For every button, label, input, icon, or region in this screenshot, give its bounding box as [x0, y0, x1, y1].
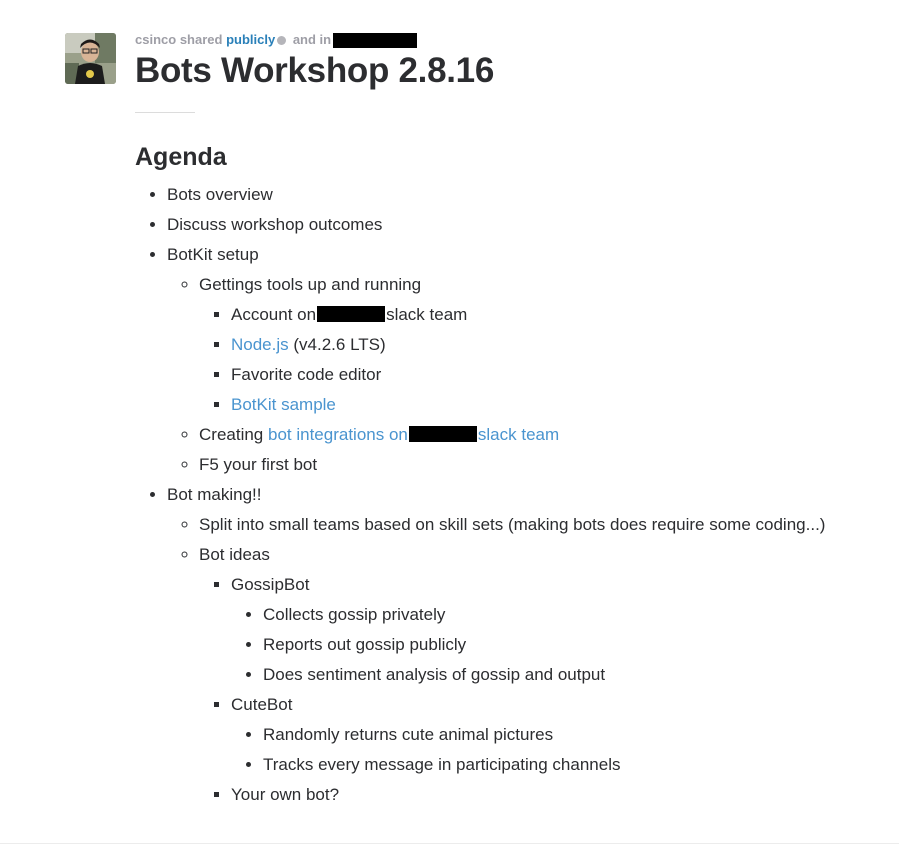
setup-sublist: Gettings tools up and running Account on… [167, 270, 855, 480]
item-text: Bot ideas [199, 545, 270, 564]
item-text: Reports out gossip publicly [263, 635, 467, 654]
list-item: GossipBot Collects gossip privately Repo… [231, 570, 855, 690]
item-text: Bot making!! [167, 485, 262, 504]
list-item: Bots overview [167, 180, 855, 210]
item-text: Favorite code editor [231, 365, 382, 384]
list-item: Discuss workshop outcomes [167, 210, 855, 240]
avatar[interactable] [65, 33, 116, 84]
item-text: (v4.2.6 LTS) [293, 335, 386, 354]
link-text: slack team [477, 425, 560, 444]
author-name[interactable]: csinco [135, 32, 176, 47]
bottom-divider [0, 843, 899, 844]
post-title: Bots Workshop 2.8.16 [135, 51, 495, 90]
item-text: Tracks every message in participating ch… [263, 755, 621, 774]
item-text: Bots overview [167, 185, 273, 204]
making-sublist: Split into small teams based on skill se… [167, 510, 855, 810]
list-item: Bot making!! Split into small teams base… [167, 480, 855, 810]
list-item: CuteBot Randomly returns cute animal pic… [231, 690, 855, 780]
list-item: Tracks every message in participating ch… [263, 750, 855, 780]
item-text: Gettings tools up and running [199, 275, 422, 294]
post-page: csinco shared publicly and in Bots Works… [0, 0, 899, 845]
post-body: Bots overview Discuss workshop outcomes … [135, 180, 855, 810]
list-item: Randomly returns cute animal pictures [263, 720, 855, 750]
redacted-team [317, 306, 386, 323]
post-meta: csinco shared publicly and in [135, 31, 418, 49]
link-text: bot integrations on [268, 425, 408, 444]
list-item: Favorite code editor [231, 360, 855, 390]
globe-icon [277, 35, 287, 45]
tools-sublist: Account on slack team Node.js (v4.2.6 LTS… [199, 300, 855, 420]
bot-integrations-link[interactable]: bot integrations on slack team [268, 425, 559, 444]
item-text: Your own bot? [231, 785, 340, 804]
agenda-list: Bots overview Discuss workshop outcomes … [135, 180, 855, 810]
list-item: Your own bot? [231, 780, 855, 810]
redacted-channel [333, 33, 418, 49]
list-item: BotKit sample [231, 390, 855, 420]
botkit-sample-link[interactable]: BotKit sample [231, 395, 336, 414]
item-text: F5 your first bot [199, 455, 318, 474]
cutebot-sublist: Randomly returns cute animal pictures Tr… [231, 720, 855, 780]
item-text: slack team [386, 305, 468, 324]
list-item: Account on slack team [231, 300, 855, 330]
item-text: Collects gossip privately [263, 605, 446, 624]
item-text: Creating [199, 425, 264, 444]
ideas-sublist: GossipBot Collects gossip privately Repo… [199, 570, 855, 810]
and-in-text: and in [292, 32, 332, 47]
agenda-heading: Agenda [135, 143, 227, 171]
item-text: GossipBot [231, 575, 310, 594]
item-text: Split into small teams based on skill se… [199, 515, 826, 534]
list-item: Split into small teams based on skill se… [199, 510, 855, 540]
visibility-link[interactable]: publicly [226, 32, 275, 47]
redacted-team [408, 426, 477, 443]
list-item: Gettings tools up and running Account on… [199, 270, 855, 420]
list-item: Bot ideas GossipBot Collects gossip priv… [199, 540, 855, 810]
list-item: F5 your first bot [199, 450, 855, 480]
list-item: BotKit setup Gettings tools up and runni… [167, 240, 855, 480]
list-item: Creating bot integrations on slack team [199, 420, 855, 450]
gossipbot-sublist: Collects gossip privately Reports out go… [231, 600, 855, 690]
item-text: Discuss workshop outcomes [167, 215, 383, 234]
avatar-photo-icon [65, 33, 116, 84]
item-text: Account on [231, 305, 317, 324]
list-item: Reports out gossip publicly [263, 630, 855, 660]
item-text: CuteBot [231, 695, 293, 714]
shared-text: shared [179, 32, 223, 47]
item-text: Does sentiment analysis of gossip and ou… [263, 665, 606, 684]
list-item: Collects gossip privately [263, 600, 855, 630]
list-item: Node.js (v4.2.6 LTS) [231, 330, 855, 360]
list-item: Does sentiment analysis of gossip and ou… [263, 660, 855, 690]
item-text: Randomly returns cute animal pictures [263, 725, 554, 744]
nodejs-link[interactable]: Node.js [231, 335, 289, 354]
title-divider [135, 112, 195, 113]
item-text: BotKit setup [167, 245, 259, 264]
